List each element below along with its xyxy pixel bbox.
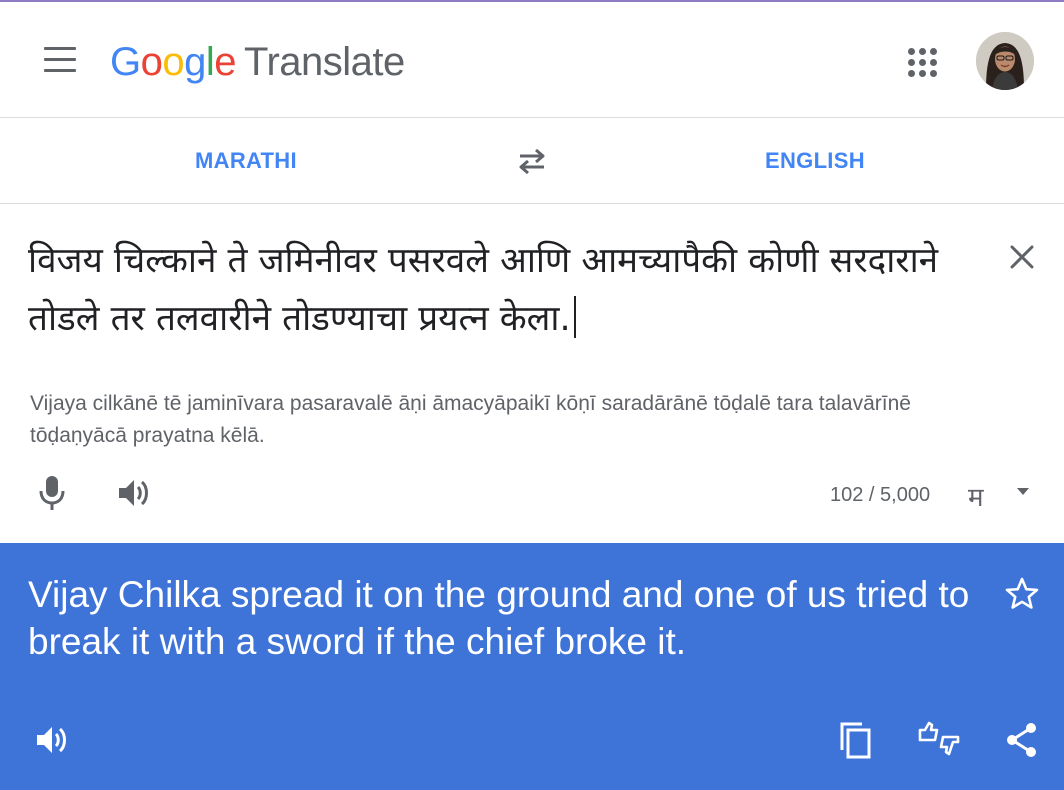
account-avatar[interactable]: [976, 32, 1034, 90]
logo-letter: e: [214, 40, 237, 84]
app-header: Google Translate: [0, 2, 1064, 118]
copy-icon[interactable]: [838, 720, 874, 760]
star-outline-icon[interactable]: [1004, 576, 1040, 612]
speaker-icon[interactable]: [34, 723, 70, 757]
speaker-icon[interactable]: [116, 476, 152, 510]
target-language-button[interactable]: ENGLISH: [765, 118, 865, 204]
source-text-input[interactable]: विजय चिल्काने ते जमिनीवर पसरवले आणि आमच्…: [28, 232, 958, 348]
apps-grid-icon[interactable]: [905, 45, 939, 79]
microphone-icon[interactable]: [36, 474, 68, 512]
close-icon[interactable]: [1005, 240, 1039, 274]
thumbs-feedback-icon[interactable]: [917, 720, 961, 760]
logo-letter: l: [205, 40, 215, 84]
character-count: 102 / 5,000: [830, 484, 931, 506]
transliteration-text: Vijaya cilkānē tē jaminīvara pasaravalē …: [30, 392, 911, 447]
logo-letter: g: [184, 40, 206, 84]
logo-letter: o: [140, 40, 163, 84]
translation-text: Vijay Chilka spread it on the ground and…: [28, 574, 970, 662]
hamburger-menu-icon[interactable]: [42, 47, 78, 77]
language-bar: MARATHI ENGLISH: [0, 118, 1064, 204]
logo-letter: G: [110, 40, 141, 84]
text-cursor: [573, 296, 576, 338]
source-text: विजय चिल्काने ते जमिनीवर पसरवले आणि आमच्…: [28, 241, 939, 339]
chevron-down-icon[interactable]: [1017, 488, 1029, 495]
logo-letter: o: [162, 40, 185, 84]
swap-arrows-icon[interactable]: [512, 144, 552, 178]
input-method-selector[interactable]: म: [968, 478, 984, 514]
share-icon[interactable]: [1004, 720, 1040, 760]
google-translate-logo[interactable]: Google Translate: [110, 37, 405, 87]
product-name: Translate: [244, 40, 405, 84]
translation-result-panel: Vijay Chilka spread it on the ground and…: [0, 543, 1064, 790]
source-language-button[interactable]: MARATHI: [195, 118, 297, 204]
